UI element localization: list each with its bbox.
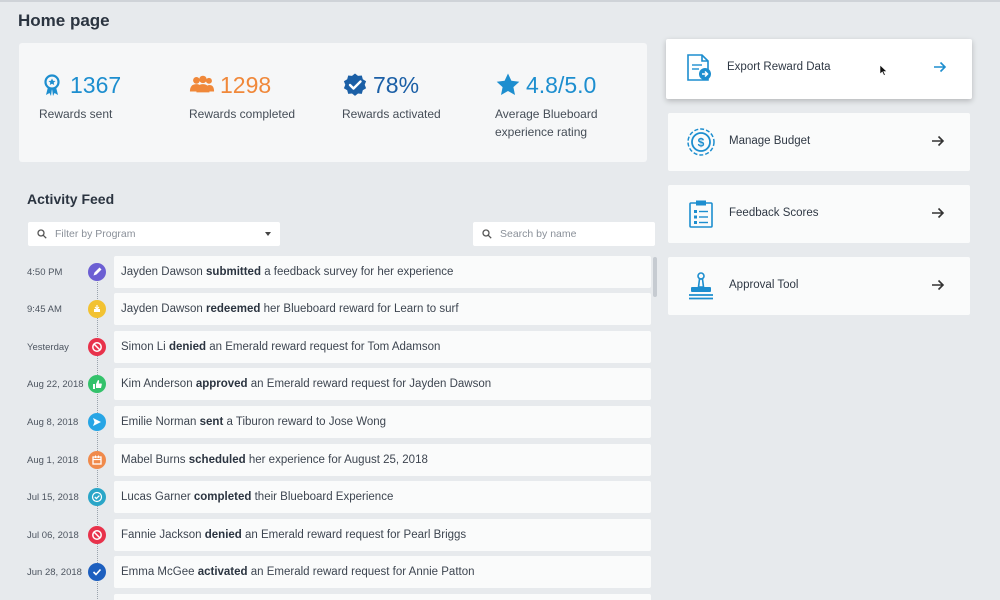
stat-label: Rewards sent	[39, 107, 113, 121]
caret-down-icon	[265, 232, 271, 236]
arrow-right-icon	[932, 207, 945, 219]
denied-icon	[88, 526, 106, 544]
action-label: Export Reward Data	[727, 61, 831, 73]
approval-tool-button[interactable]: Approval Tool	[668, 257, 970, 315]
feed-item-text: Lucas Garner completed their Blueboard E…	[114, 481, 651, 513]
thumbs-up-icon	[88, 375, 106, 393]
export-document-icon	[687, 54, 711, 81]
program-filter-dropdown[interactable]: Filter by Program	[28, 222, 280, 246]
feed-item-time: Jun 28, 2018	[27, 567, 82, 578]
activity-feed-list: 4:50 PM Jayden Dawson submitted a feedba…	[0, 253, 660, 600]
feed-item-time: Yesterday	[27, 342, 69, 353]
dollar-coin-icon: $	[687, 128, 715, 156]
clipboard-checklist-icon	[689, 200, 713, 228]
feed-item-time: 4:50 PM	[27, 267, 63, 278]
feed-item[interactable]: Aug 1, 2018 Mabel Burns scheduled her ex…	[0, 444, 660, 476]
action-label: Approval Tool	[729, 279, 799, 291]
stat-value: 78%	[373, 72, 420, 98]
activity-feed-title: Activity Feed	[27, 191, 115, 207]
ribbon-award-icon	[39, 72, 65, 98]
verified-badge-icon	[342, 72, 368, 98]
stat-rewards-sent: 1367 Rewards sent	[39, 71, 121, 123]
redeem-gift-icon	[88, 300, 106, 318]
export-reward-data-button[interactable]: Export Reward Data	[666, 39, 972, 99]
feed-item-text: Mabel Burns scheduled her experience for…	[114, 444, 651, 476]
feed-item-text: Jayden Dawson submitted a feedback surve…	[114, 256, 651, 288]
stat-label: Average Blueboard experience rating	[495, 107, 598, 139]
stat-value: 1367	[70, 72, 122, 98]
search-by-name-field[interactable]	[473, 222, 655, 246]
feed-item[interactable]: Jun 28, 2018 Emma McGee activated an Eme…	[0, 556, 660, 588]
stat-value: 4.8/5.0	[526, 72, 597, 98]
feedback-scores-button[interactable]: Feedback Scores	[668, 185, 970, 243]
feed-item-text	[114, 594, 651, 600]
filter-placeholder: Filter by Program	[55, 228, 136, 240]
feed-item[interactable]: Yesterday Simon Li denied an Emerald rew…	[0, 331, 660, 363]
arrow-right-icon	[934, 61, 947, 73]
stat-rewards-completed: 1298 Rewards completed	[189, 71, 295, 123]
people-group-icon	[189, 72, 215, 98]
feed-item-text: Jayden Dawson redeemed her Blueboard rew…	[114, 293, 651, 325]
stat-value: 1298	[220, 72, 272, 98]
denied-icon	[88, 338, 106, 356]
feed-item-time: 9:45 AM	[27, 304, 62, 315]
pencil-icon	[88, 263, 106, 281]
feed-item-time: Jul 15, 2018	[27, 492, 79, 503]
feed-item-time: Aug 22, 2018	[27, 379, 84, 390]
feed-item[interactable]: Jul 06, 2018 Fannie Jackson denied an Em…	[0, 519, 660, 551]
arrow-right-icon	[932, 279, 945, 291]
stat-average-rating: 4.8/5.0 Average Blueboard experience rat…	[495, 71, 635, 141]
stats-card: 1367 Rewards sent 1298 Rewards completed	[19, 43, 647, 162]
feed-item-text: Emilie Norman sent a Tiburon reward to J…	[114, 406, 651, 438]
feed-item-time: Aug 8, 2018	[27, 417, 79, 428]
search-icon	[37, 229, 47, 239]
window-top-border	[0, 0, 1000, 2]
action-label: Feedback Scores	[729, 207, 819, 219]
calendar-icon	[88, 451, 106, 469]
feed-item[interactable]: 4:50 PM Jayden Dawson submitted a feedba…	[0, 256, 660, 288]
feed-item-time: Jul 06, 2018	[27, 530, 79, 541]
stat-label: Rewards completed	[189, 107, 296, 121]
feed-item[interactable]: Aug 22, 2018 Kim Anderson approved an Em…	[0, 368, 660, 400]
stat-rewards-activated: 78% Rewards activated	[342, 71, 441, 123]
feed-item-time: Aug 1, 2018	[27, 455, 79, 466]
checkmark-icon	[88, 563, 106, 581]
feed-item-text: Emma McGee activated an Emerald reward r…	[114, 556, 651, 588]
search-input[interactable]	[500, 228, 640, 240]
feed-item[interactable]: Jul 15, 2018 Lucas Garner completed thei…	[0, 481, 660, 513]
feed-scrollbar[interactable]	[653, 257, 657, 297]
search-icon	[482, 229, 492, 239]
feed-item[interactable]: 9:45 AM Jayden Dawson redeemed her Blueb…	[0, 293, 660, 325]
send-icon	[88, 413, 106, 431]
check-badge-icon	[88, 488, 106, 506]
svg-text:$: $	[698, 136, 705, 150]
feed-item-text: Kim Anderson approved an Emerald reward …	[114, 368, 651, 400]
star-icon	[495, 72, 521, 98]
page-title: Home page	[18, 11, 110, 30]
feed-item[interactable]	[0, 594, 660, 600]
approval-stamp-icon	[689, 272, 713, 300]
manage-budget-button[interactable]: $ Manage Budget	[668, 113, 970, 171]
arrow-right-icon	[932, 135, 945, 147]
feed-item-text: Simon Li denied an Emerald reward reques…	[114, 331, 651, 363]
action-label: Manage Budget	[729, 135, 811, 147]
mouse-cursor-icon	[879, 64, 888, 76]
feed-item[interactable]: Aug 8, 2018 Emilie Norman sent a Tiburon…	[0, 406, 660, 438]
stat-label: Rewards activated	[342, 107, 441, 121]
feed-item-text: Fannie Jackson denied an Emerald reward …	[114, 519, 651, 551]
